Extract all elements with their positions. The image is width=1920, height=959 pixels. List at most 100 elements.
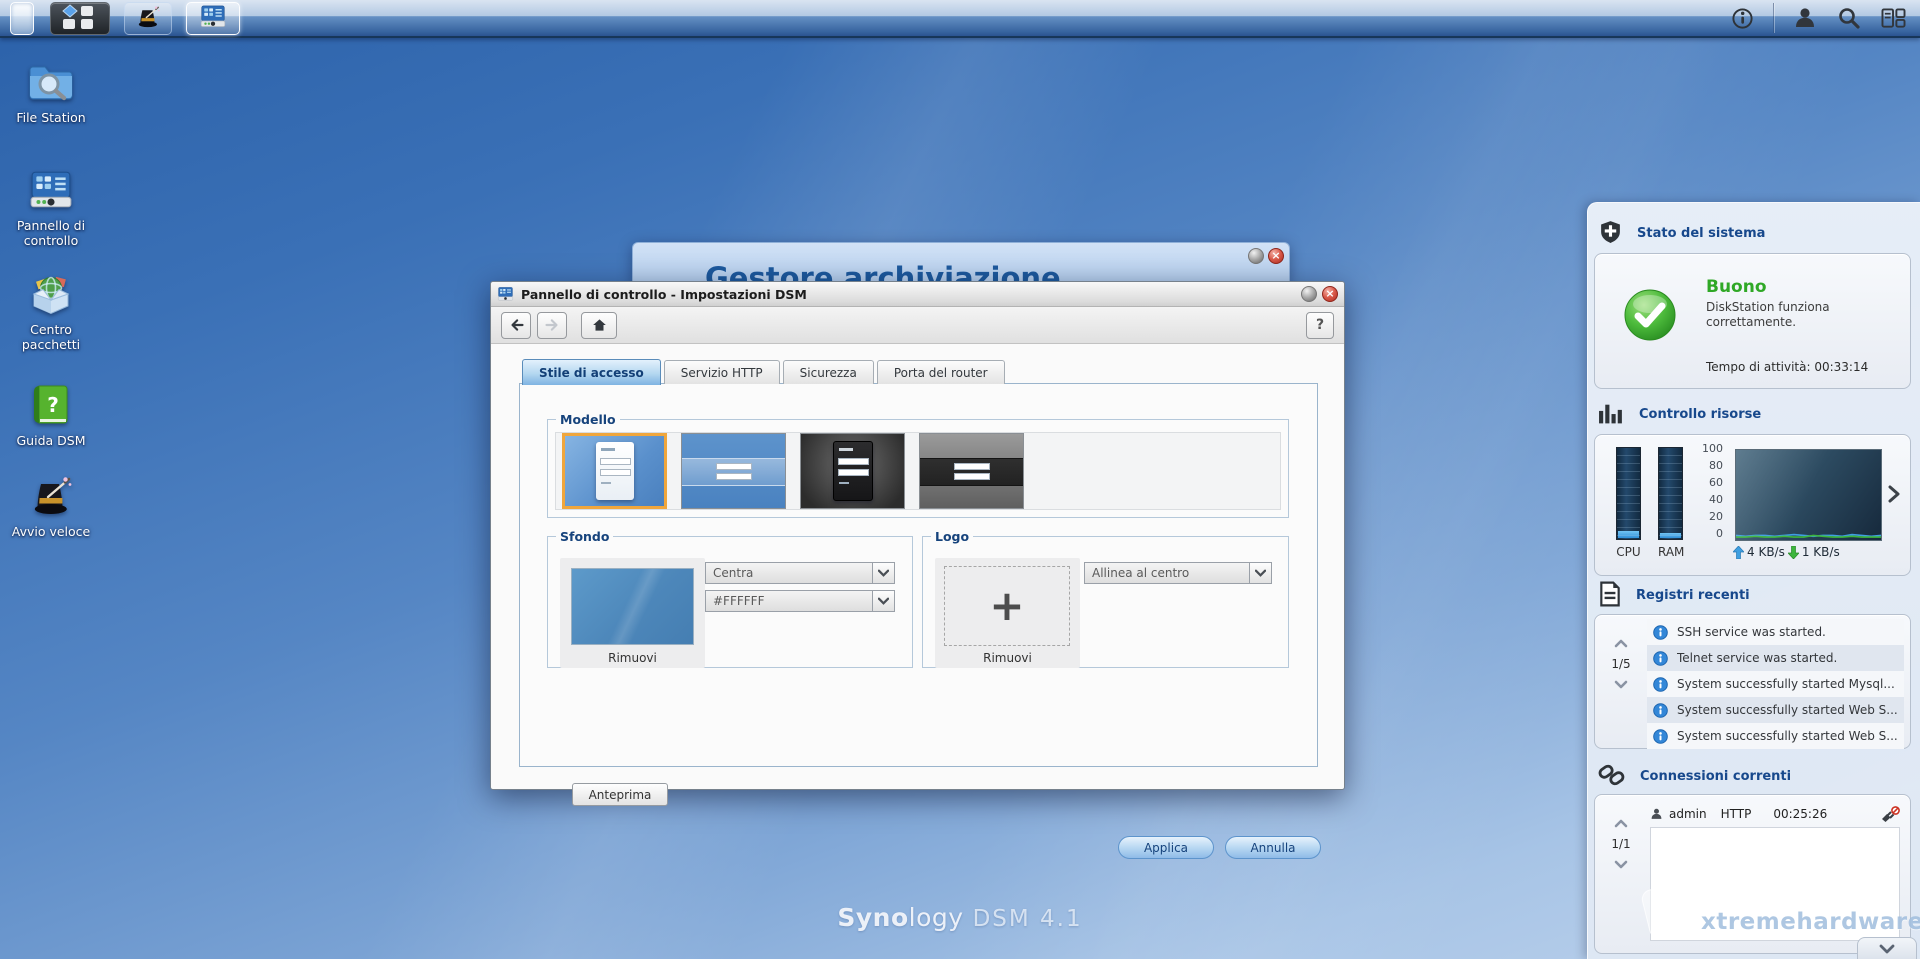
brand-strong: Syno xyxy=(837,903,908,932)
sidebar-collapse-button[interactable] xyxy=(1857,937,1917,959)
cpu-label: CPU xyxy=(1616,545,1641,559)
template-option-blue-band[interactable] xyxy=(681,433,786,509)
pager-value: 1/1 xyxy=(1611,837,1630,851)
ram-label: RAM xyxy=(1658,545,1683,559)
connections-pager: 1/1 xyxy=(1605,819,1637,869)
minimize-button[interactable] xyxy=(1301,286,1317,302)
connection-row: admin HTTP 00:25:26 xyxy=(1650,803,1900,825)
tab-content-panel: Modello xyxy=(519,383,1318,767)
template-option-blue-card[interactable] xyxy=(562,433,667,509)
uptime-label: Tempo di attività: 00:33:14 xyxy=(1706,360,1868,374)
desktop-icon-label: Guida DSM xyxy=(17,433,86,448)
net-graph xyxy=(1735,449,1882,541)
net-graph-lines xyxy=(1736,449,1881,540)
logo-fieldset: Logo + Rimuovi Allinea al centro xyxy=(922,529,1289,668)
desktop-icon-label: Pannello di controllo xyxy=(3,218,99,248)
download-rate: 1 KB/s xyxy=(1802,545,1840,559)
main-menu-icon xyxy=(61,4,99,33)
connection-list-area xyxy=(1650,827,1900,941)
pager-down-button[interactable] xyxy=(1614,680,1628,689)
connections-box: 1/1 admin HTTP 00:25:26 xyxy=(1594,794,1911,954)
background-position-select[interactable]: Centra xyxy=(705,562,895,584)
file-station-icon xyxy=(28,60,74,104)
close-button[interactable]: × xyxy=(1322,286,1338,302)
search-icon xyxy=(1837,6,1861,30)
show-desktop-button[interactable] xyxy=(10,2,34,35)
recent-logs-header: Registri recenti xyxy=(1598,581,1750,610)
resource-monitor-header: Controllo risorse xyxy=(1598,401,1761,428)
help-button[interactable]: ? xyxy=(1306,312,1334,339)
logo-align-value: Allinea al centro xyxy=(1085,566,1249,580)
minimize-button[interactable] xyxy=(1248,248,1264,264)
home-button[interactable] xyxy=(581,312,617,339)
back-button[interactable] xyxy=(501,312,531,339)
chain-link-icon xyxy=(1598,761,1626,792)
close-button[interactable]: × xyxy=(1268,248,1284,264)
logo-remove-button[interactable]: Rimuovi xyxy=(935,651,1080,665)
arrow-right-icon xyxy=(544,317,561,333)
pager-up-button[interactable] xyxy=(1614,639,1628,648)
apply-button[interactable]: Applica xyxy=(1118,836,1214,859)
resource-next-button[interactable] xyxy=(1888,485,1900,506)
dialog-toolbar: ? xyxy=(491,307,1344,344)
arrow-left-icon xyxy=(508,317,525,333)
template-option-dark-card[interactable] xyxy=(800,433,905,509)
log-document-icon xyxy=(1598,581,1622,610)
forward-button[interactable] xyxy=(537,312,567,339)
brand-version: DSM 4.1 xyxy=(973,906,1083,932)
tab-stile-di-accesso[interactable]: Stile di accesso xyxy=(522,359,661,385)
chevron-down-icon xyxy=(1249,563,1271,583)
pilot-view-button[interactable] xyxy=(1880,5,1906,31)
close-icon: × xyxy=(1325,288,1334,299)
tab-sicurezza[interactable]: Sicurezza xyxy=(783,360,874,384)
logo-upload-dropzone[interactable]: + xyxy=(944,566,1070,646)
background-thumbnail-box: Rimuovi xyxy=(560,558,705,668)
taskbar-quick-launch-button[interactable] xyxy=(124,2,172,35)
desktop-icon-package-center[interactable]: Centro pacchetti xyxy=(3,272,99,352)
control-panel-icon xyxy=(28,168,74,212)
control-panel-icon xyxy=(199,4,227,32)
chevron-down-icon xyxy=(872,563,894,583)
search-button[interactable] xyxy=(1836,5,1862,31)
upload-rate: 4 KB/s xyxy=(1747,545,1785,559)
background-remove-button[interactable]: Rimuovi xyxy=(560,651,705,665)
log-entry: System successfully started Web S... xyxy=(1647,723,1904,749)
tab-servizio-http[interactable]: Servizio HTTP xyxy=(664,360,780,384)
desktop-icon-control-panel[interactable]: Pannello di controllo xyxy=(3,168,99,248)
ram-meter xyxy=(1658,447,1683,540)
widget-title: Stato del sistema xyxy=(1637,226,1765,241)
resource-monitor-box: CPU RAM 100806040200 4 KB/s 1 KB/s xyxy=(1594,434,1911,576)
background-color-select[interactable]: #FFFFFF xyxy=(705,590,895,612)
desktop-icon-file-station[interactable]: File Station xyxy=(3,60,99,125)
dialog-titlebar[interactable]: Pannello di controllo - Impostazioni DSM… xyxy=(491,282,1344,307)
user-icon xyxy=(1793,6,1817,30)
cpu-meter-fill xyxy=(1618,531,1639,538)
log-entry: SSH service was started. xyxy=(1647,619,1904,645)
tab-porta-del-router[interactable]: Porta del router xyxy=(877,360,1005,384)
template-option-dark-band[interactable] xyxy=(919,433,1024,509)
dialog-tabs: Stile di accesso Servizio HTTP Sicurezza… xyxy=(522,359,1005,384)
connection-protocol: HTTP xyxy=(1721,807,1752,821)
log-list: SSH service was started. Telnet service … xyxy=(1647,619,1904,749)
logo-align-select[interactable]: Allinea al centro xyxy=(1084,562,1272,584)
connection-time: 00:25:26 xyxy=(1773,807,1827,821)
magic-hat-icon xyxy=(28,474,74,518)
desktop-icon-quick-start[interactable]: Avvio veloce xyxy=(3,474,99,539)
background-thumbnail[interactable] xyxy=(571,568,694,645)
storage-manager-window[interactable]: Gestore archiviazione × xyxy=(632,242,1290,283)
preview-button[interactable]: Anteprima xyxy=(572,783,668,806)
bar-chart-icon xyxy=(1598,401,1625,428)
main-menu-button[interactable] xyxy=(50,2,110,35)
taskbar xyxy=(0,0,1920,38)
connection-user: admin xyxy=(1669,807,1707,821)
desktop-icon-dsm-help[interactable]: ? Guida DSM xyxy=(3,383,99,448)
pager-down-button[interactable] xyxy=(1614,860,1628,869)
taskbar-control-panel-window-button[interactable] xyxy=(186,2,240,35)
info-badge-icon xyxy=(1653,651,1668,666)
system-info-button[interactable] xyxy=(1729,5,1755,31)
pager-up-button[interactable] xyxy=(1614,819,1628,828)
cancel-button[interactable]: Annulla xyxy=(1225,836,1321,859)
user-menu-button[interactable] xyxy=(1792,5,1818,31)
status-value: Buono xyxy=(1706,277,1866,297)
disconnect-button[interactable] xyxy=(1880,806,1900,822)
